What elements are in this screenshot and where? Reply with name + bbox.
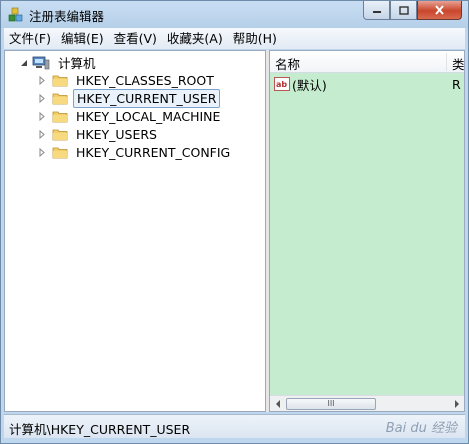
key-tree-pane[interactable]: 计算机 HKEY_CLASSES_ROOT HKEY_CURRENT_USER — [4, 50, 266, 412]
tree-item[interactable]: HKEY_CURRENT_CONFIG — [37, 143, 233, 162]
regedit-icon — [7, 6, 24, 23]
close-button[interactable] — [417, 1, 462, 20]
column-divider[interactable] — [446, 53, 447, 71]
value-list-pane[interactable]: 名称 类 ab (默认) R III — [269, 50, 465, 412]
title-bar[interactable]: 注册表编辑器 — [1, 1, 468, 28]
minimize-icon — [372, 11, 381, 13]
value-name: (默认) — [292, 77, 327, 93]
computer-icon — [32, 56, 50, 70]
regedit-window: 注册表编辑器 文件(F) 编辑(E) 查看(V) 收藏夹(A) 帮助(H) 计算… — [0, 0, 469, 444]
menu-file[interactable]: 文件(F) — [4, 28, 56, 49]
tree-item-selected[interactable]: HKEY_CURRENT_USER — [37, 89, 221, 108]
column-header-name[interactable]: 名称 — [275, 54, 300, 73]
expand-arrow-icon[interactable] — [37, 76, 47, 86]
tree-item[interactable]: HKEY_CLASSES_ROOT — [37, 71, 217, 90]
tree-root[interactable]: 计算机 — [19, 53, 99, 72]
expand-arrow-icon[interactable] — [37, 112, 47, 122]
tree-root-label: 计算机 — [58, 56, 96, 71]
expand-arrow-icon[interactable] — [37, 94, 47, 104]
horizontal-scroll-thumb[interactable]: III — [286, 398, 376, 410]
list-item[interactable]: ab (默认) — [274, 75, 327, 93]
list-header: 名称 类 — [270, 51, 464, 73]
tree-item-label: HKEY_USERS — [76, 127, 157, 142]
close-icon — [435, 5, 444, 15]
menu-help[interactable]: 帮助(H) — [228, 28, 282, 49]
maximize-button[interactable] — [390, 1, 417, 20]
minimize-button[interactable] — [363, 1, 390, 20]
menu-edit[interactable]: 编辑(E) — [56, 28, 109, 49]
column-header-type[interactable]: 类 — [452, 54, 464, 73]
folder-icon — [52, 128, 68, 141]
tree-item[interactable]: HKEY_USERS — [37, 125, 160, 144]
folder-icon — [52, 74, 68, 87]
scroll-left-icon[interactable] — [271, 398, 285, 410]
window-title: 注册表编辑器 — [29, 9, 105, 24]
caption-buttons — [363, 1, 462, 21]
tree-item-label: HKEY_LOCAL_MACHINE — [76, 109, 221, 124]
folder-icon — [52, 146, 68, 159]
string-value-icon: ab — [274, 77, 290, 91]
tree-item-label: HKEY_CURRENT_USER — [73, 89, 221, 108]
menu-view[interactable]: 查看(V) — [109, 28, 162, 49]
watermark: Bai du 经验 — [385, 421, 457, 436]
svg-text:ab: ab — [276, 80, 287, 89]
status-path: 计算机\HKEY_CURRENT_USER — [9, 422, 191, 437]
value-type: R — [452, 77, 461, 92]
horizontal-scrollbar[interactable]: III — [270, 395, 464, 411]
collapse-arrow-icon[interactable] — [19, 58, 29, 68]
expand-arrow-icon[interactable] — [37, 130, 47, 140]
tree-item-label: HKEY_CLASSES_ROOT — [76, 73, 214, 88]
status-bar: 计算机\HKEY_CURRENT_USER Bai du 经验 — [4, 414, 465, 438]
menu-bar: 文件(F) 编辑(E) 查看(V) 收藏夹(A) 帮助(H) — [4, 28, 465, 49]
scroll-right-icon[interactable] — [450, 398, 464, 410]
tree-item[interactable]: HKEY_LOCAL_MACHINE — [37, 107, 223, 126]
folder-icon — [52, 110, 68, 123]
menu-favorites[interactable]: 收藏夹(A) — [162, 28, 228, 49]
folder-icon — [52, 92, 68, 105]
expand-arrow-icon[interactable] — [37, 148, 47, 158]
tree-item-label: HKEY_CURRENT_CONFIG — [76, 145, 231, 160]
maximize-icon — [398, 5, 409, 15]
